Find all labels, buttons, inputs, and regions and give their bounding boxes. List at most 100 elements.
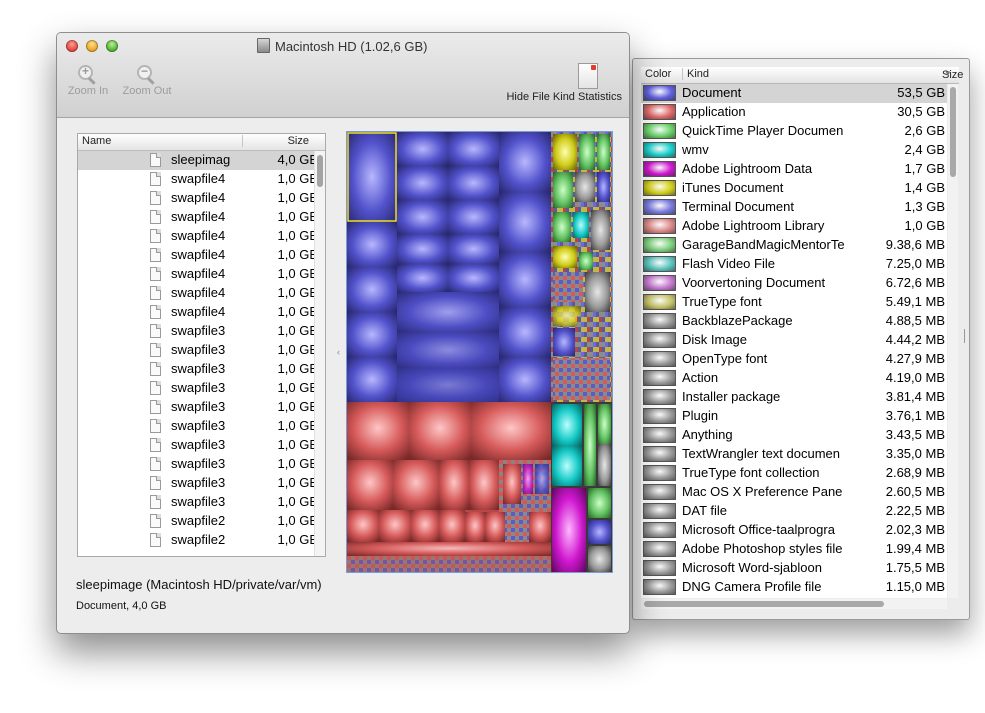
kind-list-row[interactable]: Plugin 3.76,1 MB xyxy=(641,407,947,426)
minimize-button[interactable] xyxy=(86,40,98,52)
kind-list-row[interactable]: iTunes Document 1,4 GB xyxy=(641,179,947,198)
close-button[interactable] xyxy=(66,40,78,52)
file-list-row[interactable]: swapfile4 1,0 GB xyxy=(78,246,314,265)
file-list-row[interactable]: swapfile3 1,0 GB xyxy=(78,379,314,398)
kind-name: Adobe Lightroom Data xyxy=(682,161,813,176)
document-icon xyxy=(150,324,161,338)
kind-list-horizontal-scrollbar[interactable] xyxy=(641,599,947,609)
zoom-out-button[interactable]: − Zoom Out xyxy=(118,64,176,97)
column-header-kind[interactable]: Kind xyxy=(682,68,709,80)
kind-list-row[interactable]: TrueType font collection 2.68,9 MB xyxy=(641,464,947,483)
kind-list-row[interactable]: Mac OS X Preference Pane 2.60,5 MB xyxy=(641,483,947,502)
file-name: sleepimag xyxy=(171,152,231,167)
kind-list-row[interactable]: Adobe Photoshop styles file 1.99,4 MB xyxy=(641,540,947,559)
file-list-row[interactable]: swapfile3 1,0 GB xyxy=(78,322,314,341)
file-list-row[interactable]: swapfile4 1,0 GB xyxy=(78,189,314,208)
file-list-row[interactable]: swapfile3 1,0 GB xyxy=(78,455,314,474)
kind-color-swatch xyxy=(643,313,676,329)
kind-list-row[interactable]: DNG Camera Profile file 1.15,0 MB xyxy=(641,578,947,597)
kind-name: TrueType font collection xyxy=(682,465,820,480)
kind-list-row[interactable]: TextWrangler text documen 3.35,0 MB xyxy=(641,445,947,464)
file-size: 1,0 GB xyxy=(277,228,314,243)
kind-size: 1.15,0 MB xyxy=(885,579,945,594)
kind-list-row[interactable]: TrueType font 5.49,1 MB xyxy=(641,293,947,312)
file-list-row[interactable]: swapfile3 1,0 GB xyxy=(78,436,314,455)
file-list-row[interactable]: swapfile4 1,0 GB xyxy=(78,303,314,322)
zoom-in-button[interactable]: + Zoom In xyxy=(65,64,111,97)
file-size: 1,0 GB xyxy=(277,532,314,547)
kind-list-row[interactable]: wmv 2,4 GB xyxy=(641,141,947,160)
selected-file-kind: Document, 4,0 GB xyxy=(76,600,167,612)
file-size: 4,0 GB xyxy=(277,152,314,167)
file-list-row[interactable]: sleepimag 4,0 GB xyxy=(78,151,314,170)
kind-list-row[interactable]: BackblazePackage 4.88,5 MB xyxy=(641,312,947,331)
kind-list-row[interactable]: DAT file 2.22,5 MB xyxy=(641,502,947,521)
file-list-row[interactable]: swapfile3 1,0 GB xyxy=(78,417,314,436)
kind-list-row[interactable]: QuickTime Player Documen 2,6 GB xyxy=(641,122,947,141)
zoom-window-button[interactable] xyxy=(106,40,118,52)
kind-name: TextWrangler text documen xyxy=(682,446,840,461)
kind-list-vertical-scrollbar[interactable] xyxy=(948,84,958,598)
scrollbar-thumb[interactable] xyxy=(644,601,884,607)
window-resize-grip[interactable] xyxy=(964,329,967,343)
file-list-row[interactable]: swapfile3 1,0 GB xyxy=(78,398,314,417)
file-list-row[interactable]: swapfile4 1,0 GB xyxy=(78,170,314,189)
file-name: swapfile2 xyxy=(171,513,226,528)
hard-disk-icon xyxy=(257,38,270,53)
kind-color-swatch xyxy=(643,256,676,272)
kind-list-row[interactable]: Microsoft Office-taalprogra 2.02,3 MB xyxy=(641,521,947,540)
split-view-divider[interactable]: ‹ xyxy=(337,347,340,357)
file-list-row[interactable]: swapfile3 1,0 GB xyxy=(78,493,314,512)
kind-color-swatch xyxy=(643,503,676,519)
file-list-row[interactable]: swapfile2 1,0 GB xyxy=(78,531,314,550)
file-list-row[interactable]: swapfile3 1,0 GB xyxy=(78,474,314,493)
kind-list-row[interactable]: Disk Image 4.44,2 MB xyxy=(641,331,947,350)
kind-list-row[interactable]: Adobe Lightroom Library 1,0 GB xyxy=(641,217,947,236)
file-name: swapfile3 xyxy=(171,342,226,357)
kind-list-row[interactable]: GarageBandMagicMentorTe 9.38,6 MB xyxy=(641,236,947,255)
column-header-color[interactable]: Color xyxy=(645,68,671,80)
sort-descending-icon: ▼ xyxy=(944,69,952,78)
file-size: 1,0 GB xyxy=(277,494,314,509)
kind-size: 4.19,0 MB xyxy=(885,370,945,385)
kind-size: 3.43,5 MB xyxy=(885,427,945,442)
file-size: 1,0 GB xyxy=(277,323,314,338)
kind-size: 4.27,9 MB xyxy=(885,351,945,366)
scrollbar-thumb[interactable] xyxy=(317,155,323,187)
file-list-row[interactable]: swapfile3 1,0 GB xyxy=(78,341,314,360)
kind-list-row[interactable]: Action 4.19,0 MB xyxy=(641,369,947,388)
file-list-row[interactable]: swapfile2 1,0 GB xyxy=(78,512,314,531)
kind-name: DAT file xyxy=(682,503,728,518)
kind-name: Action xyxy=(682,370,719,385)
kind-list-row[interactable]: Application 30,5 GB xyxy=(641,103,947,122)
kind-list-row[interactable]: Adobe Lightroom Data 1,7 GB xyxy=(641,160,947,179)
kind-size: 1,3 GB xyxy=(904,199,945,214)
kind-color-swatch xyxy=(643,465,676,481)
file-size: 1,0 GB xyxy=(277,171,314,186)
kind-list-row[interactable]: Anything 3.43,5 MB xyxy=(641,426,947,445)
kind-list-row[interactable]: Document 53,5 GB xyxy=(641,84,947,103)
file-list-row[interactable]: swapfile4 1,0 GB xyxy=(78,227,314,246)
hide-file-kind-statistics-button[interactable]: Hide File Kind Statistics xyxy=(492,63,622,103)
kind-list-row[interactable]: Terminal Document 1,3 GB xyxy=(641,198,947,217)
file-list-row[interactable]: swapfile3 1,0 GB xyxy=(78,360,314,379)
file-list-row[interactable]: swapfile4 1,0 GB xyxy=(78,208,314,227)
file-list-row[interactable]: swapfile4 1,0 GB xyxy=(78,265,314,284)
file-name: swapfile4 xyxy=(171,247,226,262)
file-name: swapfile4 xyxy=(171,304,226,319)
kind-list-row[interactable]: Installer package 3.81,4 MB xyxy=(641,388,947,407)
treemap-view[interactable] xyxy=(346,131,613,573)
kind-list-row[interactable]: Voorvertoning Document 6.72,6 MB xyxy=(641,274,947,293)
file-list-row[interactable]: swapfile4 1,0 GB xyxy=(78,284,314,303)
kind-name: Adobe Lightroom Library xyxy=(682,218,825,233)
kind-size: 1.99,4 MB xyxy=(885,541,945,556)
kind-list-row[interactable]: Flash Video File 7.25,0 MB xyxy=(641,255,947,274)
column-header-name[interactable]: Name xyxy=(82,135,111,147)
scrollbar-thumb[interactable] xyxy=(950,87,956,177)
kind-size: 4.88,5 MB xyxy=(885,313,945,328)
kind-list-row[interactable]: OpenType font 4.27,9 MB xyxy=(641,350,947,369)
document-icon xyxy=(150,533,161,547)
kind-list-row[interactable]: Microsoft Word-sjabloon 1.75,5 MB xyxy=(641,559,947,578)
file-list-scrollbar[interactable] xyxy=(314,151,325,556)
column-header-size[interactable]: Size xyxy=(242,135,311,147)
